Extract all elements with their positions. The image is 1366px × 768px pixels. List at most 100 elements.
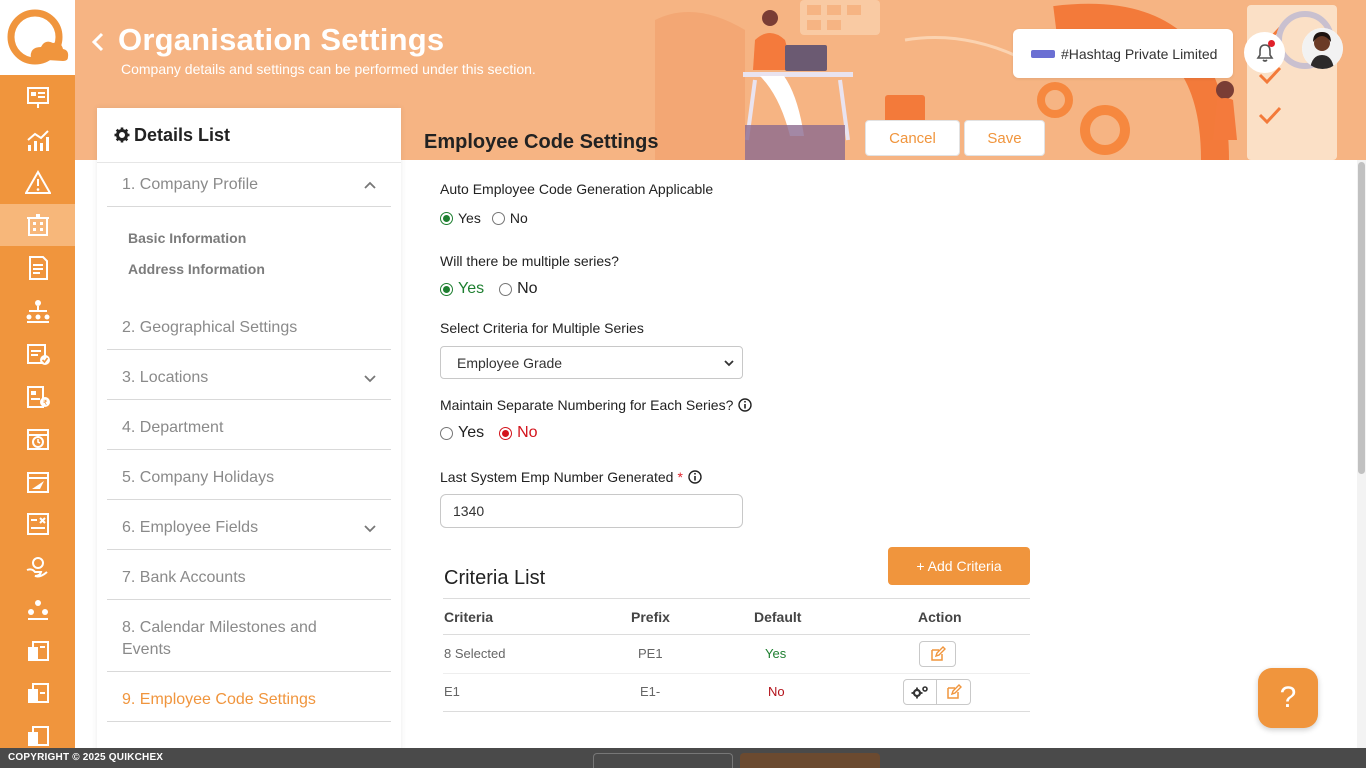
- radio-label: Yes: [458, 210, 481, 226]
- required-asterisk: *: [677, 469, 683, 485]
- page-title: Organisation Settings: [118, 22, 445, 57]
- radio-label: Yes: [458, 280, 485, 297]
- radio-label: No: [517, 280, 538, 297]
- nav-company-profile[interactable]: 1. Company Profile: [107, 164, 391, 207]
- auto-code-no-option[interactable]: No: [491, 210, 528, 226]
- criteria-select[interactable]: Employee Grade: [440, 346, 743, 379]
- nav-item-label: 6. Employee Fields: [122, 519, 259, 536]
- rail-org-chart-icon[interactable]: [0, 290, 75, 332]
- cell-criteria: 8 Selected: [444, 646, 506, 661]
- separate-numbering-radio-group: Yes No: [440, 424, 549, 442]
- nav-calendar-milestones[interactable]: 8. Calendar Milestones and Events: [107, 607, 391, 672]
- nav-item-label: 1. Company Profile: [122, 176, 259, 193]
- separate-numbering-yes-radio[interactable]: [440, 426, 453, 440]
- rail-team-icon[interactable]: [0, 589, 75, 631]
- cell-default: No: [768, 684, 785, 699]
- info-icon[interactable]: [738, 398, 753, 412]
- help-button[interactable]: ?: [1258, 668, 1318, 728]
- rail-organisation-icon[interactable]: [0, 204, 75, 246]
- user-avatar[interactable]: [1302, 28, 1343, 69]
- nav-employee-code-settings[interactable]: 9. Employee Code Settings: [107, 679, 391, 722]
- rail-timesheet-icon[interactable]: [0, 418, 75, 460]
- nav-item-label: 9. Employee Code Settings: [122, 691, 316, 708]
- radio-label: Yes: [458, 424, 485, 441]
- separate-numbering-no-radio[interactable]: [499, 426, 513, 440]
- rail-tax-icon[interactable]: [0, 247, 75, 289]
- auto-code-label: Auto Employee Code Generation Applicable: [440, 181, 714, 197]
- column-header-prefix: Prefix: [631, 609, 670, 625]
- table-divider: [443, 673, 1030, 674]
- radio-label: No: [509, 210, 528, 226]
- rail-documents-icon[interactable]: [0, 673, 75, 715]
- details-list-header: Details List: [97, 108, 401, 163]
- nav-bank-accounts[interactable]: 7. Bank Accounts: [107, 557, 391, 600]
- last-emp-number-input[interactable]: [440, 494, 743, 528]
- chevron-down-icon: [364, 525, 376, 533]
- auto-code-yes-radio[interactable]: [440, 211, 453, 225]
- rail-expense-icon[interactable]: [0, 503, 75, 545]
- column-header-action: Action: [918, 609, 962, 625]
- nav-department[interactable]: 4. Department: [107, 407, 391, 450]
- nav-item-label: 4. Department: [122, 419, 224, 436]
- cell-criteria: E1: [444, 684, 460, 699]
- chevron-down-icon: [364, 375, 376, 383]
- criteria-select-value: Employee Grade: [457, 354, 563, 371]
- app-logo[interactable]: [0, 0, 75, 75]
- nav-employee-fields[interactable]: 6. Employee Fields: [107, 507, 391, 550]
- last-emp-label-row: Last System Emp Number Generated *: [440, 469, 702, 485]
- rail-dashboard-icon[interactable]: [0, 77, 75, 119]
- nav-company-holidays[interactable]: 5. Company Holidays: [107, 457, 391, 500]
- rail-payroll-icon[interactable]: ₹: [0, 376, 75, 418]
- page-scrollbar[interactable]: [1357, 160, 1366, 768]
- footer-ghost-button: [740, 753, 880, 768]
- separate-numbering-yes-option[interactable]: Yes: [440, 424, 484, 442]
- edit-button[interactable]: [919, 641, 956, 667]
- nav-geographical-settings[interactable]: 2. Geographical Settings: [107, 307, 391, 350]
- multiple-series-yes-radio[interactable]: [440, 282, 453, 296]
- details-list-title: Details List: [134, 124, 231, 145]
- rail-alert-icon[interactable]: [0, 162, 75, 204]
- multiple-series-yes-option[interactable]: Yes: [440, 280, 484, 298]
- edit-button[interactable]: [936, 679, 971, 705]
- company-switcher[interactable]: #Hashtag Private Limited: [1013, 29, 1233, 78]
- notifications-button[interactable]: [1244, 32, 1285, 73]
- multiple-series-no-option[interactable]: No: [499, 280, 538, 298]
- column-header-criteria: Criteria: [444, 609, 494, 625]
- multiple-series-label: Will there be multiple series?: [440, 253, 619, 269]
- cell-default: Yes: [765, 646, 787, 661]
- nav-locations[interactable]: 3. Locations: [107, 357, 391, 400]
- settings-button[interactable]: [903, 679, 937, 705]
- auto-code-yes-option[interactable]: Yes: [440, 210, 481, 226]
- nav-item-label: 2. Geographical Settings: [122, 319, 298, 336]
- auto-code-no-radio[interactable]: [491, 211, 505, 225]
- multiple-series-radio-group: Yes No: [440, 280, 549, 298]
- gear-icon: [114, 127, 130, 143]
- rail-reports-icon[interactable]: [0, 631, 75, 673]
- sub-item-basic-information[interactable]: Basic Information: [128, 230, 246, 246]
- rail-attendance-icon[interactable]: [0, 333, 75, 375]
- nav-item-label: 5. Company Holidays: [122, 469, 275, 486]
- table-divider: [443, 634, 1030, 635]
- scrollbar-thumb[interactable]: [1358, 162, 1365, 474]
- section-title: Employee Code Settings: [424, 131, 659, 153]
- separate-numbering-no-option[interactable]: No: [499, 424, 538, 442]
- last-emp-label: Last System Emp Number Generated: [440, 469, 674, 485]
- rail-benefits-icon[interactable]: [0, 546, 75, 588]
- back-chevron-icon[interactable]: [90, 30, 106, 54]
- edit-icon: [946, 684, 962, 699]
- sub-item-address-information[interactable]: Address Information: [128, 261, 265, 277]
- save-button[interactable]: Save: [964, 120, 1045, 156]
- nav-item-label: 7. Bank Accounts: [122, 569, 246, 586]
- nav-item-label: 8. Calendar Milestones and Events: [122, 619, 317, 658]
- radio-label: No: [517, 424, 538, 441]
- cancel-button[interactable]: Cancel: [865, 120, 960, 156]
- criteria-select-label: Select Criteria for Multiple Series: [440, 320, 644, 336]
- rail-leave-icon[interactable]: [0, 461, 75, 503]
- multiple-series-no-radio[interactable]: [499, 282, 513, 296]
- company-name: #Hashtag Private Limited: [1061, 45, 1218, 62]
- info-icon[interactable]: [688, 470, 702, 484]
- left-icon-rail: ₹: [0, 0, 75, 768]
- edit-icon: [930, 646, 946, 661]
- rail-analytics-icon[interactable]: [0, 120, 75, 162]
- add-criteria-button[interactable]: + Add Criteria: [888, 547, 1030, 585]
